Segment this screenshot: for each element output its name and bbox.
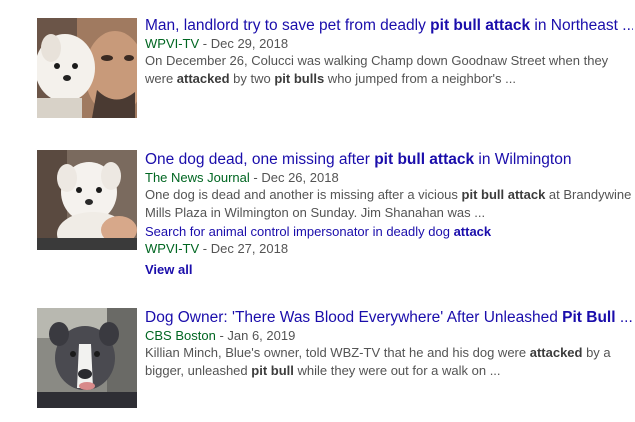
source-line: WPVI-TV - Dec 29, 2018: [145, 35, 633, 52]
related-source-line: WPVI-TV - Dec 27, 2018: [145, 240, 633, 257]
snippet-highlight: attacked: [176, 71, 230, 86]
result-snippet: Killian Minch, Blue's owner, told WBZ-TV…: [145, 344, 633, 380]
source-line: CBS Boston - Jan 6, 2019: [145, 327, 633, 344]
snippet-highlight: attacked: [529, 345, 583, 360]
related-source-name: WPVI-TV: [145, 241, 200, 256]
white-dog-photo-icon: [37, 150, 137, 250]
headline-text: ...: [615, 309, 633, 326]
dog-and-man-photo-icon: [37, 18, 137, 118]
headline-text: in Northeast ...: [530, 17, 633, 34]
headline-highlight: pit bull attack: [374, 151, 475, 168]
snippet-highlight: pit bull attack: [461, 187, 546, 202]
related-story-link[interactable]: Search for animal control impersonator i…: [145, 223, 633, 240]
snippet-text: Killian Minch, Blue's owner, told WBZ-TV…: [145, 345, 530, 360]
headline-text: in Wilmington: [474, 151, 572, 168]
headline-highlight: Pit Bull: [562, 309, 616, 326]
source-name: CBS Boston: [145, 328, 216, 343]
result-snippet: One dog is dead and another is missing a…: [145, 186, 633, 222]
headline-text: Man, landlord try to save pet from deadl…: [145, 17, 431, 34]
related-story-text: Search for animal control impersonator i…: [145, 224, 454, 239]
source-date: - Jan 6, 2019: [215, 328, 296, 343]
result-headline-link[interactable]: One dog dead, one missing after pit bull…: [145, 150, 633, 169]
source-date: - Dec 26, 2018: [249, 170, 339, 185]
source-name: WPVI-TV: [145, 36, 200, 51]
source-line: The News Journal - Dec 26, 2018: [145, 169, 633, 186]
related-story-highlight: attack: [453, 224, 492, 239]
snippet-highlight: pit bull: [251, 363, 294, 378]
related-source-date: - Dec 27, 2018: [199, 241, 289, 256]
headline-highlight: pit bull attack: [430, 17, 531, 34]
snippet-text: by two: [229, 71, 275, 86]
snippet-text: who jumped from a neighbor's ...: [324, 71, 516, 86]
view-all-link[interactable]: View all: [145, 261, 192, 278]
snippet-text: One dog is dead and another is missing a…: [145, 187, 462, 202]
headline-text: Dog Owner: 'There Was Blood Everywhere' …: [145, 309, 563, 326]
snippet-highlight: pit bulls: [274, 71, 325, 86]
source-date: - Dec 29, 2018: [199, 36, 289, 51]
snippet-text: while they were out for a walk on ...: [293, 363, 501, 378]
result-headline-link[interactable]: Man, landlord try to save pet from deadl…: [145, 16, 633, 35]
result-snippet: On December 26, Colucci was walking Cham…: [145, 52, 633, 88]
result-thumbnail[interactable]: [37, 150, 137, 250]
result-headline-link[interactable]: Dog Owner: 'There Was Blood Everywhere' …: [145, 308, 633, 327]
headline-text: One dog dead, one missing after: [145, 151, 375, 168]
source-name: The News Journal: [145, 170, 250, 185]
result-thumbnail[interactable]: [37, 18, 137, 118]
pit-bull-photo-icon: [37, 308, 137, 408]
result-thumbnail[interactable]: [37, 308, 137, 408]
